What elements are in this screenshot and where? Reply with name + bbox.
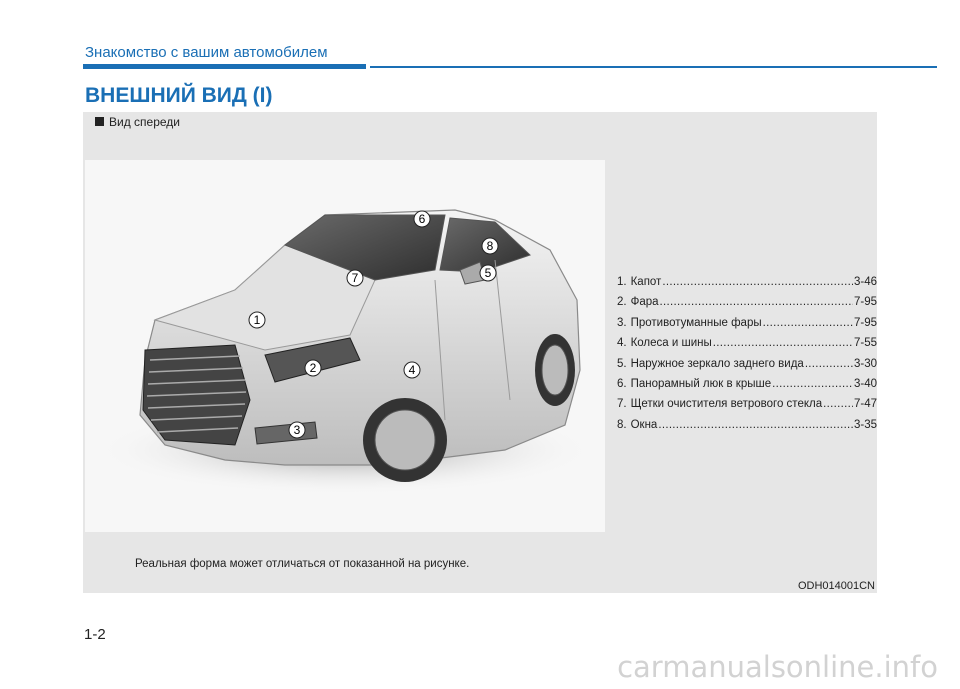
figure-code: ODH014001CN [797,580,875,592]
svg-text:7: 7 [352,271,359,285]
list-item: 2.Фара7-95 [617,292,877,312]
callout-5: 5 [479,264,497,282]
page-title: ВНЕШНИЙ ВИД (I) [85,84,273,107]
svg-text:4: 4 [409,363,416,377]
svg-text:2: 2 [310,361,317,375]
disclaimer-note: Реальная форма может отличаться от показ… [135,558,470,570]
callout-3: 3 [288,421,306,439]
square-bullet-icon [95,117,104,126]
parts-list: 1.Капот3-46 2.Фара7-95 3.Противотуманные… [617,272,877,435]
callout-8: 8 [481,237,499,255]
header-rule-thin [370,66,937,68]
list-item: 1.Капот3-46 [617,272,877,292]
car-drawing: 1 2 3 4 5 6 7 8 [95,209,595,495]
svg-text:3: 3 [294,423,301,437]
page-number: 1-2 [84,626,106,643]
svg-text:6: 6 [419,212,426,226]
callout-7: 7 [346,269,364,287]
svg-text:5: 5 [485,266,492,280]
callout-4: 4 [403,361,421,379]
callout-1: 1 [248,311,266,329]
section-label-text: Вид спереди [109,115,181,129]
watermark: carmanualsonline.info [617,650,938,684]
callout-2: 2 [304,359,322,377]
svg-text:8: 8 [487,239,494,253]
exterior-panel: Вид спереди 1 2 3 4 5 6 7 8 1. Капот ...… [83,112,877,593]
list-item: 4.Колеса и шины7-55 [617,333,877,353]
list-item: 7.Щетки очистителя ветрового стекла7-47 [617,394,877,414]
header-rule-thick [83,64,366,69]
section-label: Вид спереди [95,115,180,129]
chapter-title: Знакомство с вашим автомобилем [85,44,328,61]
car-illustration: 1 2 3 4 5 6 7 8 [85,160,605,532]
list-item: 5.Наружное зеркало заднего вида3-30 [617,354,877,374]
list-item: 3.Противотуманные фары7-95 [617,313,877,333]
list-item: 8.Окна3-35 [617,415,877,435]
callout-6: 6 [413,210,431,228]
list-item: 6.Панорамный люк в крыше3-40 [617,374,877,394]
svg-text:1: 1 [254,313,261,327]
